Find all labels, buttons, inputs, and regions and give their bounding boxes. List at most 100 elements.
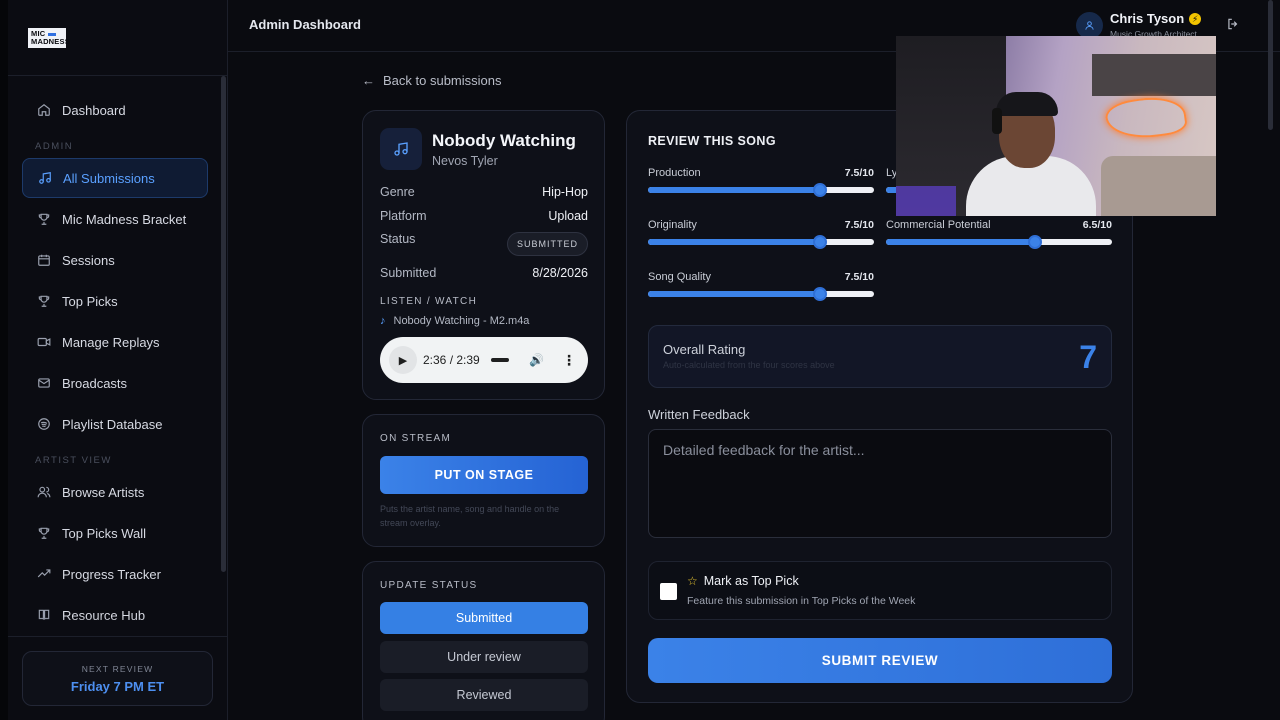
music-note-icon bbox=[37, 170, 53, 186]
arrow-left-icon: ← bbox=[362, 73, 375, 88]
sidebar-item-all-submissions[interactable]: All Submissions bbox=[22, 158, 208, 198]
slider-handle[interactable] bbox=[813, 287, 827, 301]
update-status-card: UPDATE STATUS Submitted Under review Rev… bbox=[362, 561, 605, 720]
slider-track[interactable] bbox=[886, 235, 1112, 249]
audio-player[interactable]: ▶ 2:36 / 2:39 🔊 ⋮ bbox=[380, 337, 588, 383]
sidebar-item-broadcasts[interactable]: Broadcasts bbox=[22, 363, 208, 403]
sidebar-item-label: Manage Replays bbox=[62, 334, 160, 350]
webcam-screen-glow bbox=[896, 186, 956, 216]
sidebar-item-label: Playlist Database bbox=[62, 416, 163, 432]
submit-review-button[interactable]: SUBMIT REVIEW bbox=[648, 638, 1112, 683]
app-root: MIC MADNESS Dashboard ADMIN All Submissi… bbox=[0, 0, 1280, 720]
star-icon: ☆ bbox=[687, 574, 698, 588]
mic-madness-logo[interactable]: MIC MADNESS bbox=[28, 28, 70, 48]
sidebar-item-browse-artists[interactable]: Browse Artists bbox=[22, 472, 208, 512]
on-stream-label: ON STREAM bbox=[380, 433, 452, 444]
top-pick-description: Feature this submission in Top Picks of … bbox=[687, 595, 916, 607]
player-progress[interactable] bbox=[491, 358, 509, 362]
slider-track[interactable] bbox=[648, 183, 874, 197]
top-pick-title: ☆ Mark as Top Pick bbox=[687, 574, 799, 588]
trophy-icon bbox=[36, 211, 52, 227]
webcam-wall-art bbox=[1092, 54, 1216, 96]
slider-label: Originality bbox=[648, 219, 697, 231]
meta-submitted: Submitted 8/28/2026 bbox=[380, 266, 588, 280]
sidebar-item-label: Browse Artists bbox=[62, 484, 145, 500]
meta-value: Upload bbox=[548, 209, 588, 223]
volume-icon[interactable]: 🔊 bbox=[529, 353, 544, 367]
slider-handle[interactable] bbox=[1028, 235, 1042, 249]
logout-icon[interactable] bbox=[1226, 17, 1242, 33]
slider-production[interactable]: Production 7.5/10 bbox=[648, 167, 874, 197]
audio-file-row: ♪ Nobody Watching - M2.m4a bbox=[380, 315, 529, 327]
overall-rating-sub: Auto-calculated from the four scores abo… bbox=[663, 360, 835, 370]
home-icon bbox=[36, 102, 52, 118]
main-scrollbar-thumb[interactable] bbox=[1268, 0, 1273, 130]
overall-rating-label: Overall Rating bbox=[663, 342, 746, 357]
sidebar-item-mic-madness-bracket[interactable]: Mic Madness Bracket bbox=[22, 199, 208, 239]
next-review-value: Friday 7 PM ET bbox=[70, 679, 165, 694]
written-feedback-field[interactable] bbox=[648, 429, 1112, 538]
slider-handle[interactable] bbox=[813, 183, 827, 197]
put-on-stage-button[interactable]: PUT ON STAGE bbox=[380, 456, 588, 494]
status-under-review-button[interactable]: Under review bbox=[380, 641, 588, 673]
music-note-icon bbox=[380, 128, 422, 170]
on-stream-card: ON STREAM PUT ON STAGE Puts the artist n… bbox=[362, 414, 605, 547]
sidebar-fade bbox=[8, 616, 221, 646]
back-link-label: Back to submissions bbox=[383, 73, 502, 88]
slider-track[interactable] bbox=[648, 235, 874, 249]
sidebar-item-top-picks[interactable]: Top Picks bbox=[22, 281, 208, 321]
user-icon bbox=[1085, 21, 1094, 30]
update-status-label: UPDATE STATUS bbox=[380, 580, 478, 591]
sidebar-divider bbox=[8, 636, 227, 637]
sidebar-item-progress-tracker[interactable]: Progress Tracker bbox=[22, 554, 208, 594]
song-artist: Nevos Tyler bbox=[432, 154, 498, 168]
section-artist-view: ARTIST VIEW bbox=[35, 455, 112, 466]
meta-label: Genre bbox=[380, 185, 415, 199]
sidebar-item-label: Top Picks bbox=[62, 293, 118, 309]
meta-label: Platform bbox=[380, 209, 427, 223]
top-pick-option[interactable]: ☆ Mark as Top Pick Feature this submissio… bbox=[648, 561, 1112, 620]
section-admin: ADMIN bbox=[35, 141, 74, 152]
user-name: Chris Tyson ⚡ bbox=[1110, 11, 1202, 26]
slider-fill bbox=[648, 187, 818, 193]
status-reviewed-button[interactable]: Reviewed bbox=[380, 679, 588, 711]
sidebar-item-manage-replays[interactable]: Manage Replays bbox=[22, 322, 208, 362]
slider-song-quality[interactable]: Song Quality 7.5/10 bbox=[648, 271, 874, 301]
slider-handle[interactable] bbox=[813, 235, 827, 249]
next-review-label: NEXT REVIEW bbox=[81, 664, 154, 674]
slider-commercial-potential[interactable]: Commercial Potential 6.5/10 bbox=[886, 219, 1112, 249]
slider-track[interactable] bbox=[648, 287, 874, 301]
sidebar-item-playlist-database[interactable]: Playlist Database bbox=[22, 404, 208, 444]
users-icon bbox=[36, 484, 52, 500]
sidebar-item-label: Dashboard bbox=[62, 102, 126, 118]
sidebar-edge bbox=[0, 0, 8, 720]
verified-badge-icon: ⚡ bbox=[1189, 13, 1202, 25]
main-scrollbar[interactable] bbox=[1266, 0, 1276, 720]
slider-originality[interactable]: Originality 7.5/10 bbox=[648, 219, 874, 249]
slider-value: 7.5/10 bbox=[844, 219, 874, 231]
sidebar-scrollbar[interactable] bbox=[221, 76, 226, 572]
back-to-submissions-link[interactable]: ← Back to submissions bbox=[362, 73, 502, 88]
slider-fill bbox=[886, 239, 1033, 245]
play-button[interactable]: ▶ bbox=[389, 346, 417, 374]
slider-fill bbox=[648, 291, 818, 297]
meta-value: Hip-Hop bbox=[542, 185, 588, 199]
sidebar-item-sessions[interactable]: Sessions bbox=[22, 240, 208, 280]
sidebar-item-top-picks-wall[interactable]: Top Picks Wall bbox=[22, 513, 208, 553]
page-title: Admin Dashboard bbox=[249, 17, 361, 32]
next-review-box: NEXT REVIEW Friday 7 PM ET bbox=[22, 651, 213, 706]
webcam-person-cap bbox=[996, 92, 1058, 116]
sidebar-item-dashboard[interactable]: Dashboard bbox=[22, 90, 208, 130]
meta-label: Submitted bbox=[380, 266, 437, 280]
avatar[interactable] bbox=[1076, 12, 1103, 39]
overall-rating-box: Overall Rating Auto-calculated from the … bbox=[648, 325, 1112, 388]
status-submitted-button[interactable]: Submitted bbox=[380, 602, 588, 634]
top-pick-checkbox[interactable] bbox=[660, 583, 677, 600]
trophy-icon bbox=[36, 525, 52, 541]
sidebar-item-label: Mic Madness Bracket bbox=[62, 211, 187, 227]
sidebar: MIC MADNESS Dashboard ADMIN All Submissi… bbox=[0, 0, 228, 720]
sidebar-nav: Dashboard ADMIN All Submissions Mic Madn… bbox=[22, 90, 208, 636]
more-options-icon[interactable]: ⋮ bbox=[562, 352, 576, 369]
logo-area: MIC MADNESS bbox=[8, 0, 227, 76]
review-title: REVIEW THIS SONG bbox=[648, 134, 776, 148]
